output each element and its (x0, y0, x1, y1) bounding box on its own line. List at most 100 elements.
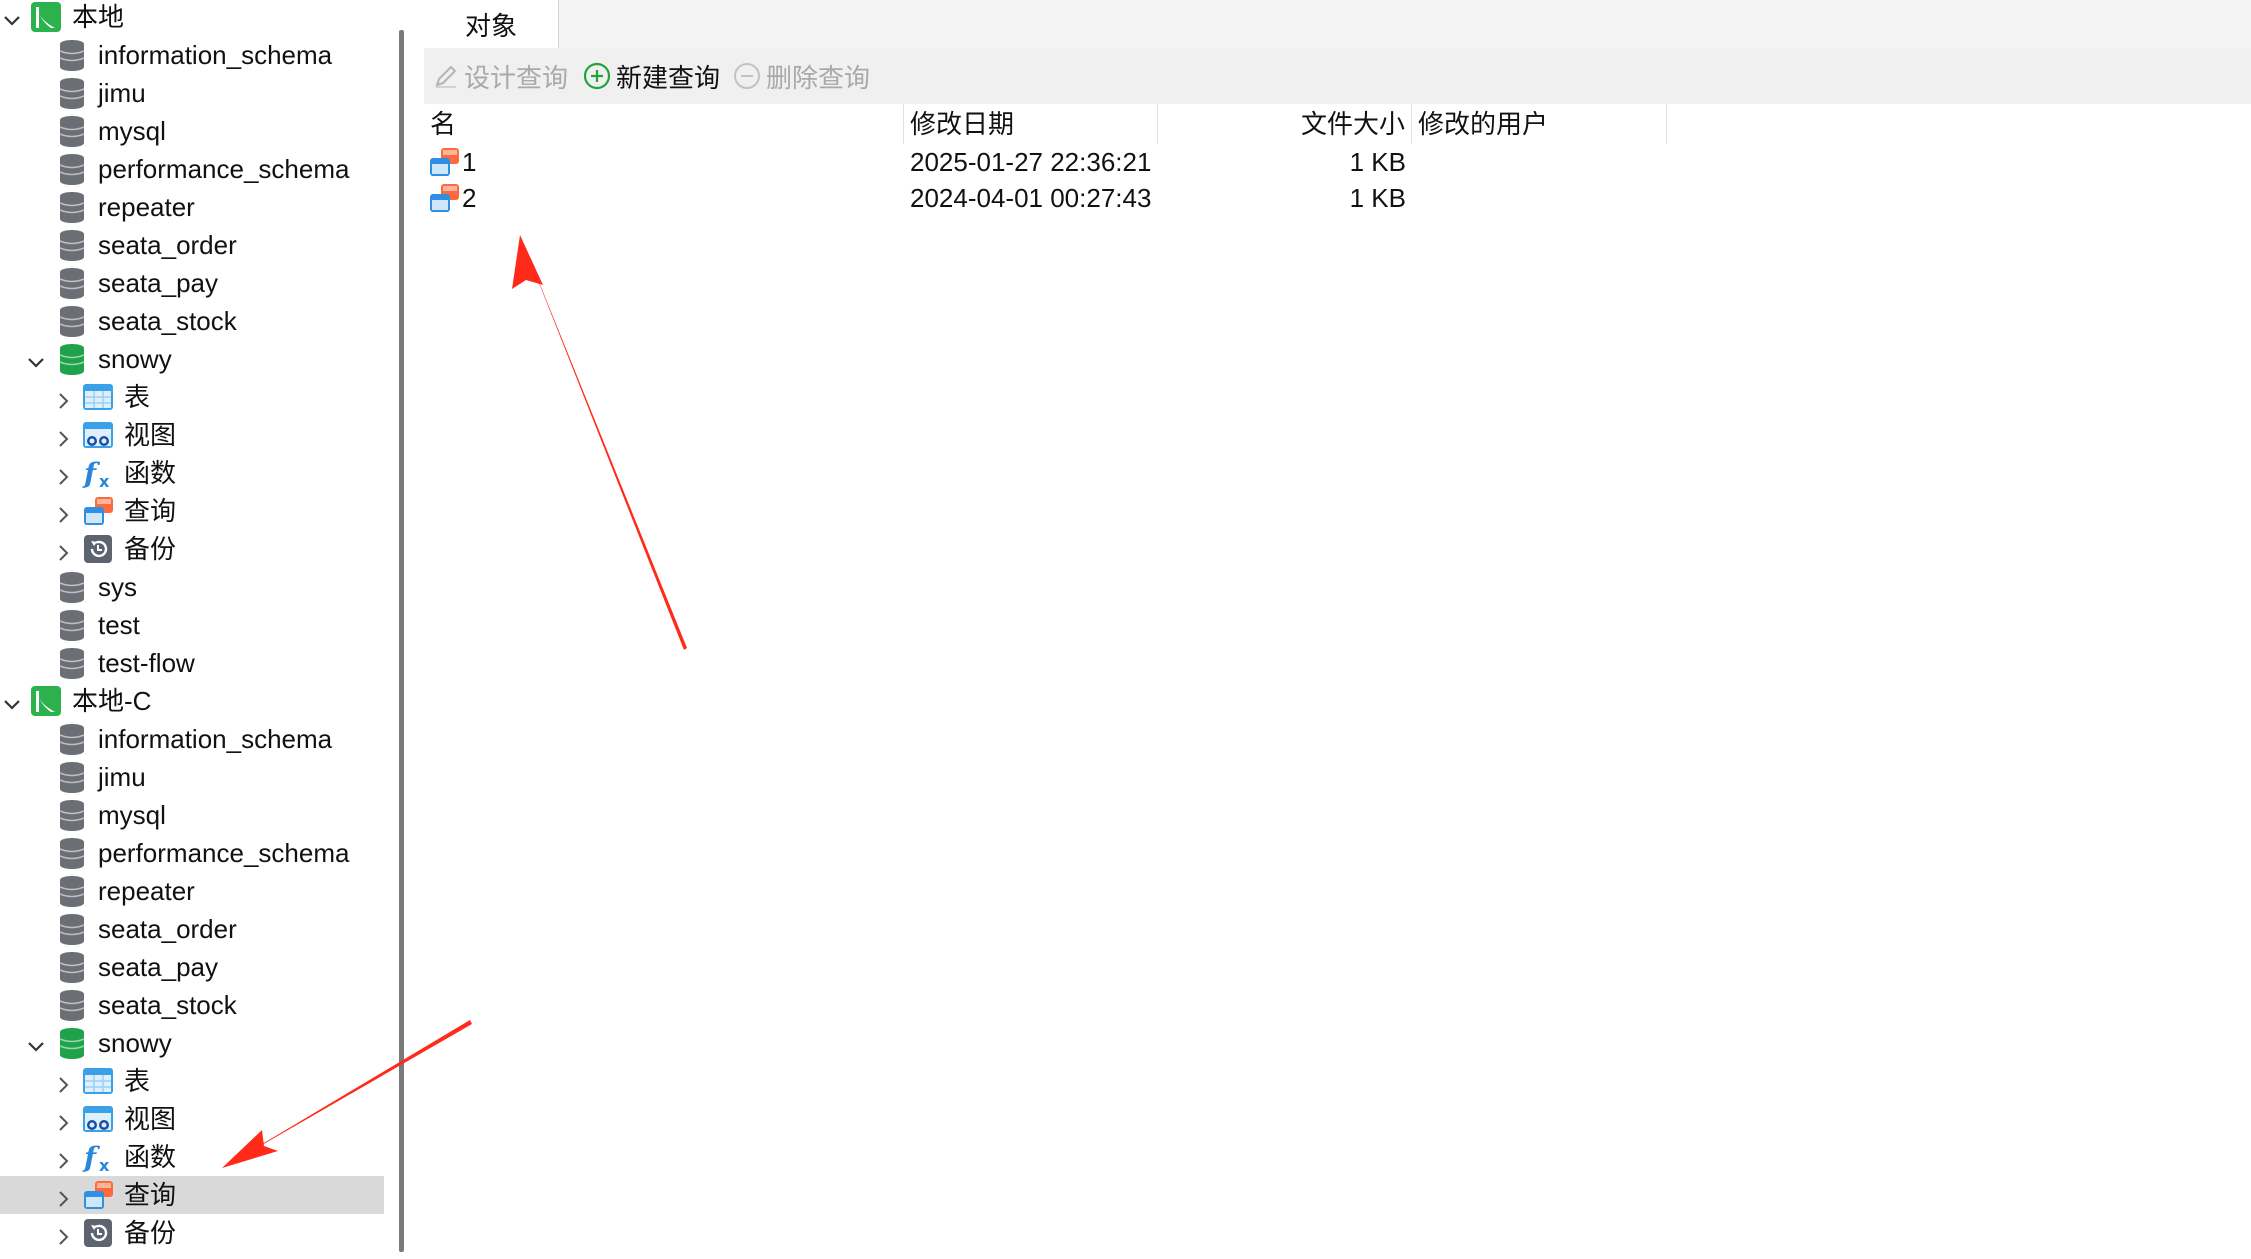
tree-folder-views[interactable]: 视图 (0, 416, 384, 454)
tree-database-mysql[interactable]: mysql (0, 796, 384, 834)
expand-toggle-open[interactable] (2, 691, 22, 711)
expand-toggle-closed[interactable] (54, 1071, 74, 1093)
tree-node-icon (56, 799, 88, 831)
tree-node-icon (82, 1217, 114, 1249)
chevron-right-icon (59, 507, 69, 523)
tree-node-icon (82, 381, 114, 413)
tree-database-seata-pay[interactable]: seata_pay (0, 264, 384, 302)
chevron-right-icon (59, 1229, 69, 1245)
fx-function-icon: f x (82, 1141, 110, 1175)
tree-folder-tables[interactable]: 表 (0, 1062, 384, 1100)
tree-database-snowy[interactable]: snowy (0, 1024, 384, 1062)
tree-folder-views[interactable]: 视图 (0, 1100, 384, 1138)
tree-node-label: 函数 (124, 458, 177, 488)
tree-database-repeater[interactable]: repeater (0, 872, 384, 910)
tree-database-seata-stock[interactable]: seata_stock (0, 302, 384, 340)
expand-toggle-open[interactable] (26, 349, 46, 369)
tree-node-label: seata_order (98, 914, 237, 944)
column-header-modified[interactable]: 修改日期 (904, 104, 1158, 144)
tree-folder-backups[interactable]: 备份 (0, 530, 384, 568)
query-icon (84, 497, 113, 525)
tree-connection-1[interactable]: 本地-C (0, 682, 384, 720)
remove-circle-icon (734, 63, 760, 89)
tree-folder-queries[interactable]: 查询 (0, 1176, 384, 1214)
backup-icon (84, 535, 112, 563)
delete-query-button[interactable]: 删除查询 (732, 58, 870, 94)
expand-toggle-closed[interactable] (54, 463, 74, 485)
tree-database-information-schema[interactable]: information_schema (0, 36, 384, 74)
tree-database-mysql[interactable]: mysql (0, 112, 384, 150)
database-cylinder-icon (59, 648, 85, 679)
tree-node-label: 视图 (124, 420, 177, 450)
tree-connection-0[interactable]: 本地 (0, 0, 384, 36)
expand-toggle-closed[interactable] (54, 1223, 74, 1245)
tree-node-icon (56, 1027, 88, 1059)
tree-folder-queries[interactable]: 查询 (0, 492, 384, 530)
view-glasses-icon (83, 422, 113, 448)
tree-node-label: seata_pay (98, 268, 218, 298)
expand-toggle-closed[interactable] (54, 1185, 74, 1207)
column-header-name[interactable]: 名 (424, 104, 904, 144)
table-row[interactable]: 1 2025-01-27 22:36:21 1 KB (424, 144, 2251, 180)
chevron-right-icon (59, 1191, 69, 1207)
design-query-button[interactable]: 设计查询 (432, 58, 568, 94)
tree-folder-functions[interactable]: f x 函数 (0, 1138, 384, 1176)
tree-folder-backups[interactable]: 备份 (0, 1214, 384, 1252)
tree-database-test[interactable]: test (0, 606, 384, 644)
tree-node-icon (56, 267, 88, 299)
column-header-size[interactable]: 文件大小 (1158, 104, 1412, 144)
navigation-tree: 本地 information_schema jimu mysql perform… (0, 0, 384, 1259)
tab-objects[interactable]: 对象 (424, 0, 559, 49)
backup-icon (84, 1219, 112, 1247)
tree-database-sys[interactable]: sys (0, 568, 384, 606)
tree-database-seata-pay[interactable]: seata_pay (0, 948, 384, 986)
tree-node-icon (82, 1103, 114, 1135)
tree-node-icon (56, 343, 88, 375)
chevron-right-icon (59, 431, 69, 447)
database-cylinder-icon (59, 800, 85, 831)
tree-node-icon (56, 723, 88, 755)
pane-splitter[interactable] (399, 30, 404, 1252)
tree-node-label: information_schema (98, 724, 333, 754)
chevron-right-icon (59, 393, 69, 409)
tree-database-snowy[interactable]: snowy (0, 340, 384, 378)
tree-node-label: performance_schema (98, 838, 350, 868)
tree-database-seata-order[interactable]: seata_order (0, 226, 384, 264)
tree-node-icon (82, 1065, 114, 1097)
chevron-right-icon (59, 469, 69, 485)
column-header-modified-label: 修改日期 (910, 109, 1015, 139)
tree-node-label: 表 (124, 1066, 151, 1096)
expand-toggle-closed[interactable] (54, 501, 74, 523)
expand-toggle-closed[interactable] (54, 387, 74, 409)
table-row[interactable]: 2 2024-04-01 00:27:43 1 KB (424, 180, 2251, 216)
expand-toggle-open[interactable] (2, 7, 22, 27)
expand-toggle-closed[interactable] (54, 539, 74, 561)
tree-database-jimu[interactable]: jimu (0, 758, 384, 796)
tree-database-jimu[interactable]: jimu (0, 74, 384, 112)
tree-node-icon (56, 39, 88, 71)
delete-query-label: 删除查询 (766, 62, 871, 93)
database-cylinder-icon (59, 610, 85, 641)
column-header-user-label: 修改的用户 (1418, 109, 1549, 139)
cell-name: 1 (462, 147, 477, 177)
tree-database-information-schema[interactable]: information_schema (0, 720, 384, 758)
expand-toggle-closed[interactable] (54, 425, 74, 447)
tree-folder-functions[interactable]: f x 函数 (0, 454, 384, 492)
expand-toggle-closed[interactable] (54, 1147, 74, 1169)
tree-database-seata-order[interactable]: seata_order (0, 910, 384, 948)
tree-database-repeater[interactable]: repeater (0, 188, 384, 226)
tree-node-icon (82, 495, 114, 527)
tree-database-performance-schema[interactable]: performance_schema (0, 150, 384, 188)
tree-node-icon (56, 609, 88, 641)
pencil-icon (435, 65, 457, 88)
tree-folder-tables[interactable]: 表 (0, 378, 384, 416)
expand-toggle-closed[interactable] (54, 1109, 74, 1131)
new-query-button[interactable]: 新建查询 (582, 58, 720, 94)
column-header-user[interactable]: 修改的用户 (1412, 104, 1667, 144)
cell-modified: 2024-04-01 00:27:43 (910, 183, 1152, 213)
expand-toggle-open[interactable] (26, 1033, 46, 1053)
tree-database-seata-stock[interactable]: seata_stock (0, 986, 384, 1024)
tree-database-performance-schema[interactable]: performance_schema (0, 834, 384, 872)
tree-node-label: 视图 (124, 1104, 177, 1134)
tree-database-test-flow[interactable]: test-flow (0, 644, 384, 682)
